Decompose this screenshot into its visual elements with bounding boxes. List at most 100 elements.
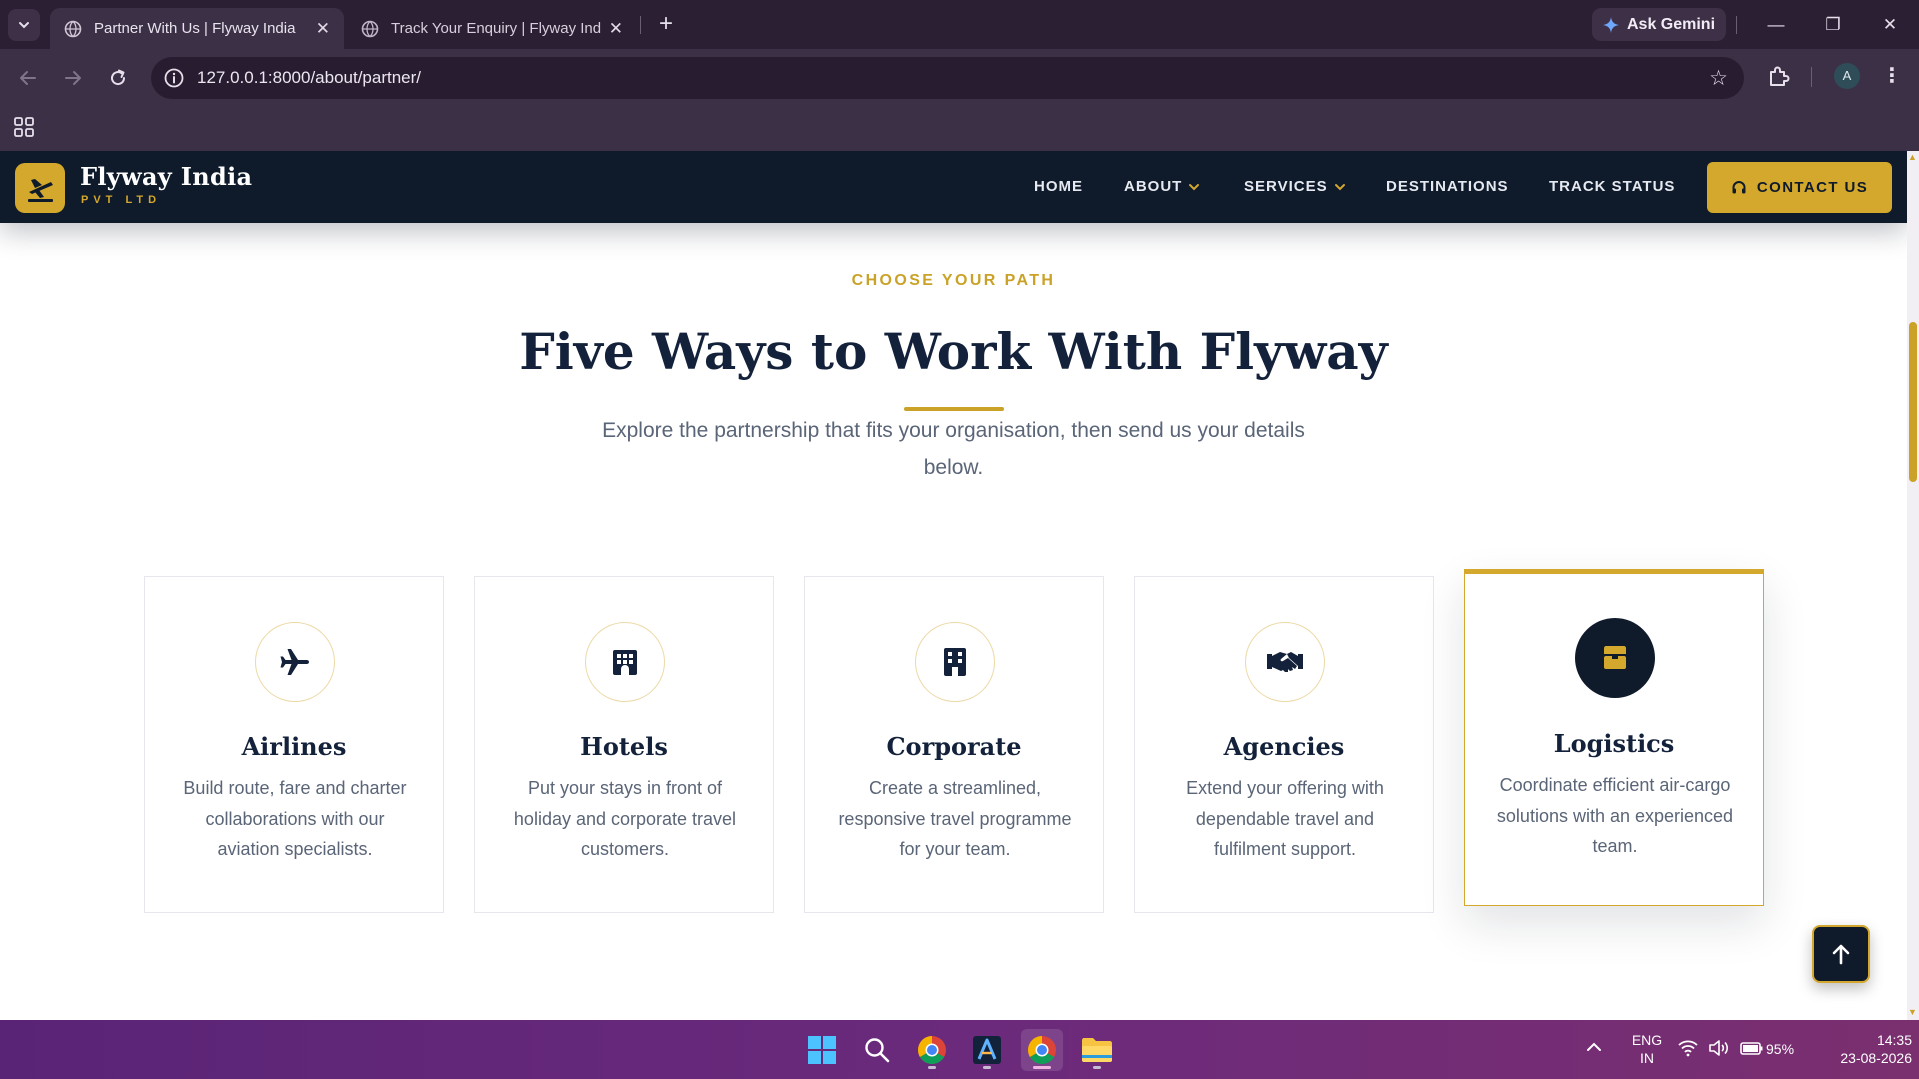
new-tab-button[interactable]: + bbox=[652, 11, 680, 39]
toolbar-divider bbox=[1736, 16, 1737, 34]
apps-grid-icon[interactable] bbox=[14, 117, 34, 137]
card-title: Hotels bbox=[580, 732, 668, 761]
minimize-icon[interactable]: — bbox=[1756, 10, 1796, 40]
back-to-top-button[interactable] bbox=[1812, 925, 1870, 983]
card-description: Extend your offering with dependable tra… bbox=[1186, 778, 1384, 859]
tab-search-button[interactable] bbox=[8, 9, 40, 41]
card-title: Logistics bbox=[1553, 729, 1675, 758]
taskbar-chrome-active[interactable] bbox=[1021, 1029, 1063, 1071]
partner-card-corporate[interactable]: Corporate Create a streamlined, responsi… bbox=[804, 576, 1104, 913]
box-icon bbox=[1604, 646, 1626, 669]
tab-title: Partner With Us | Flyway India bbox=[94, 20, 296, 37]
browser-toolbar: 127.0.0.1:8000/about/partner/ ☆ A ⋮ bbox=[0, 49, 1919, 107]
nav-home[interactable]: HOME bbox=[1034, 178, 1083, 195]
nav-track-status[interactable]: TRACK STATUS bbox=[1549, 178, 1675, 195]
browser-tab-strip: Partner With Us | Flyway India ✕ Track Y… bbox=[0, 0, 1919, 49]
card-title: Airlines bbox=[241, 732, 347, 761]
card-description: Build route, fare and charter collaborat… bbox=[183, 778, 407, 859]
globe-icon bbox=[361, 20, 379, 37]
running-indicator bbox=[928, 1066, 936, 1069]
scroll-up-arrow-icon[interactable]: ▲ bbox=[1908, 152, 1917, 162]
forward-button[interactable] bbox=[56, 61, 90, 95]
bookmarks-bar bbox=[0, 107, 1919, 151]
brand-name[interactable]: Flyway India bbox=[80, 162, 252, 191]
taskbar-chrome[interactable] bbox=[911, 1029, 953, 1071]
site-info-icon[interactable] bbox=[163, 67, 185, 89]
brand-tagline: PVT LTD bbox=[81, 194, 162, 206]
card-icon-ring bbox=[1245, 622, 1325, 702]
contact-us-button[interactable]: CONTACT US bbox=[1707, 162, 1892, 213]
show-hidden-icons-chevron-up-icon[interactable] bbox=[1585, 1038, 1603, 1059]
nav-about-label: ABOUT bbox=[1124, 178, 1183, 195]
profile-avatar[interactable]: A bbox=[1834, 63, 1860, 89]
language-indicator[interactable]: ENG IN bbox=[1627, 1031, 1667, 1067]
card-description: Coordinate efficient air-cargo solutions… bbox=[1496, 775, 1734, 856]
scroll-down-arrow-icon[interactable]: ▼ bbox=[1908, 1007, 1917, 1017]
ask-gemini-button[interactable]: Ask Gemini bbox=[1592, 8, 1726, 41]
arrow-right-icon bbox=[65, 71, 81, 85]
chrome-icon bbox=[918, 1036, 946, 1064]
taskbar-app-a[interactable] bbox=[966, 1029, 1008, 1071]
nav-destinations[interactable]: DESTINATIONS bbox=[1386, 178, 1509, 195]
page-scrollbar[interactable] bbox=[1907, 151, 1919, 1020]
card-description: Create a streamlined, responsive travel … bbox=[838, 778, 1072, 859]
close-icon[interactable]: ✕ bbox=[609, 19, 623, 39]
wifi-icon[interactable] bbox=[1678, 1039, 1698, 1060]
nav-destinations-label: DESTINATIONS bbox=[1386, 178, 1509, 195]
bookmark-star-icon[interactable]: ☆ bbox=[1709, 66, 1728, 91]
partner-card-agencies[interactable]: Agencies Extend your offering with depen… bbox=[1134, 576, 1434, 913]
tab-track-enquiry[interactable]: Track Your Enquiry | Flyway India ✕ bbox=[347, 8, 637, 49]
nav-services[interactable]: SERVICES bbox=[1244, 178, 1346, 195]
taskbar-file-explorer[interactable] bbox=[1076, 1029, 1118, 1071]
partner-card-logistics[interactable]: Logistics Coordinate efficient air-cargo… bbox=[1464, 569, 1764, 906]
plane-icon bbox=[280, 649, 309, 675]
clock-date: 23-08-2026 bbox=[1840, 1050, 1912, 1066]
active-indicator bbox=[1033, 1066, 1051, 1069]
extensions-icon[interactable] bbox=[1766, 63, 1792, 89]
headset-icon bbox=[1732, 180, 1746, 193]
close-icon[interactable]: ✕ bbox=[316, 19, 330, 39]
restore-icon[interactable]: ❐ bbox=[1813, 10, 1853, 40]
nav-services-label: SERVICES bbox=[1244, 178, 1328, 195]
more-menu-icon[interactable]: ⋮ bbox=[1882, 63, 1902, 89]
scrollbar-thumb[interactable] bbox=[1909, 322, 1917, 482]
building-icon bbox=[944, 648, 966, 676]
ask-gemini-label: Ask Gemini bbox=[1626, 15, 1716, 33]
battery-percent: 95% bbox=[1766, 1041, 1795, 1057]
arrow-left-icon bbox=[20, 71, 36, 85]
windows-logo-icon bbox=[808, 1036, 836, 1064]
folder-icon bbox=[1082, 1038, 1112, 1062]
chevron-down-icon bbox=[1189, 183, 1200, 190]
address-bar[interactable]: 127.0.0.1:8000/about/partner/ ☆ bbox=[151, 57, 1744, 99]
tab-partner[interactable]: Partner With Us | Flyway India ✕ bbox=[50, 8, 344, 49]
contact-us-label: CONTACT US bbox=[1756, 179, 1869, 196]
volume-icon[interactable] bbox=[1708, 1039, 1730, 1060]
language-code: ENG bbox=[1631, 1032, 1663, 1048]
hotel-icon bbox=[613, 650, 637, 675]
card-title: Corporate bbox=[886, 732, 1022, 761]
system-clock[interactable]: 14:35 23-08-2026 bbox=[1812, 1031, 1912, 1067]
nav-about[interactable]: ABOUT bbox=[1124, 178, 1200, 195]
running-indicator bbox=[983, 1066, 991, 1069]
toolbar-divider bbox=[1811, 67, 1812, 87]
back-button[interactable] bbox=[11, 61, 45, 95]
card-title: Agencies bbox=[1223, 732, 1345, 761]
window-close-icon[interactable]: ✕ bbox=[1870, 10, 1910, 40]
section-title: Five Ways to Work With Flyway bbox=[519, 322, 1388, 381]
running-indicator bbox=[1093, 1066, 1101, 1069]
search-button[interactable] bbox=[856, 1029, 898, 1071]
page-viewport: Flyway India PVT LTD HOME ABOUT SERVICES… bbox=[0, 151, 1907, 1020]
partner-card-airlines[interactable]: Airlines Build route, fare and charter c… bbox=[144, 576, 444, 913]
section-subtitle: Explore the partnership that fits your o… bbox=[602, 419, 1305, 479]
start-button[interactable] bbox=[801, 1029, 843, 1071]
battery-icon[interactable] bbox=[1740, 1040, 1764, 1059]
handshake-icon bbox=[1267, 652, 1303, 672]
title-underline bbox=[904, 407, 1004, 411]
url-text[interactable]: 127.0.0.1:8000/about/partner/ bbox=[197, 68, 421, 88]
partner-card-hotels[interactable]: Hotels Put your stays in front of holida… bbox=[474, 576, 774, 913]
reload-icon bbox=[111, 69, 126, 86]
brand-logo[interactable] bbox=[15, 163, 65, 213]
section-eyebrow: CHOOSE YOUR PATH bbox=[851, 272, 1056, 289]
card-icon-ring bbox=[585, 622, 665, 702]
reload-button[interactable] bbox=[101, 61, 135, 95]
